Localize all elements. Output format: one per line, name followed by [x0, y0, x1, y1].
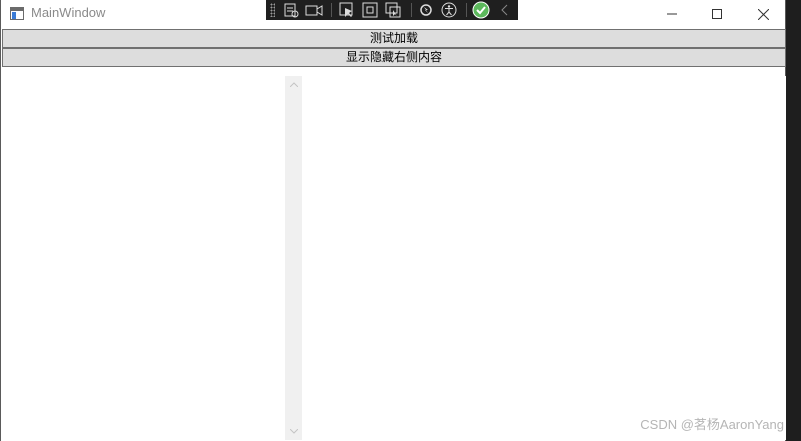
chevron-up-icon [289, 82, 298, 87]
wpf-debug-toolbar [266, 0, 518, 20]
display-layout-adorners-icon[interactable] [360, 1, 380, 19]
toolbar-separator [466, 3, 468, 17]
close-icon [757, 8, 769, 20]
binding-check-icon[interactable] [471, 1, 491, 19]
accessibility-icon[interactable] [439, 1, 459, 19]
drag-grip-icon[interactable] [270, 3, 275, 17]
watermark-text: CSDN @茗杨AaronYang [640, 417, 784, 432]
toggle-right-content-button[interactable]: 显示隐藏右侧内容 [2, 48, 786, 67]
app-window-icon [10, 7, 24, 20]
hot-reload-icon[interactable] [415, 1, 435, 19]
window-title: MainWindow [31, 5, 106, 20]
maximize-button[interactable] [694, 0, 740, 28]
vertical-scrollbar[interactable] [285, 76, 302, 440]
minimize-button[interactable] [649, 0, 695, 28]
left-content-pane [2, 76, 285, 440]
scroll-up-button[interactable] [285, 76, 302, 93]
live-visual-tree-icon[interactable] [281, 1, 301, 19]
main-window: MainWindow 测试加载 显示隐藏右侧内容 CSDN @茗杨AaronYa… [0, 0, 786, 441]
right-content-pane: CSDN @茗杨AaronYang [302, 76, 786, 440]
close-button[interactable] [740, 0, 786, 28]
collapse-toolbar-icon[interactable] [495, 1, 515, 19]
scroll-down-button[interactable] [285, 423, 302, 440]
record-icon[interactable] [304, 1, 324, 19]
toolbar-separator [410, 3, 412, 17]
select-element-icon[interactable] [336, 1, 356, 19]
minimize-icon [667, 13, 677, 15]
track-focus-icon[interactable] [383, 1, 403, 19]
chevron-down-icon [289, 429, 298, 434]
maximize-icon [712, 9, 722, 19]
toolbar-separator [331, 3, 333, 17]
test-load-button[interactable]: 测试加载 [2, 29, 786, 48]
